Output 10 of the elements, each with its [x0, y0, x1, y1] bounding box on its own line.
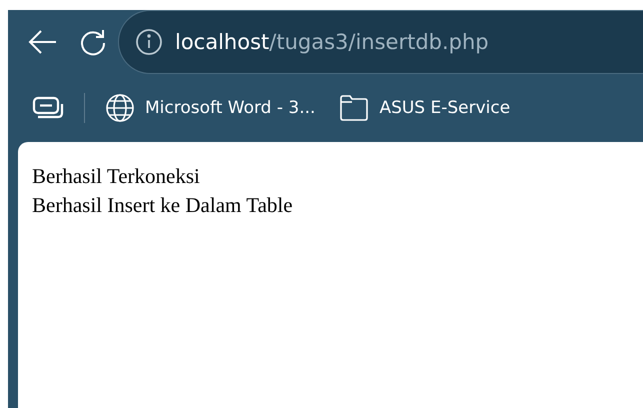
bookmark-item[interactable]: ASUS E-Service: [339, 94, 524, 122]
info-icon: [135, 28, 163, 56]
status-message: Berhasil Terkoneksi: [32, 163, 200, 190]
address-bar[interactable]: localhost/tugas3/insertdb.php: [118, 10, 643, 74]
status-message: Berhasil Insert ke Dalam Table: [32, 192, 293, 219]
tabs-icon[interactable]: [32, 95, 64, 121]
reload-button[interactable]: [78, 27, 108, 57]
folder-icon: [339, 94, 370, 122]
bookmark-item[interactable]: Microsoft Word - 3...: [105, 93, 330, 123]
globe-icon: [105, 93, 135, 123]
